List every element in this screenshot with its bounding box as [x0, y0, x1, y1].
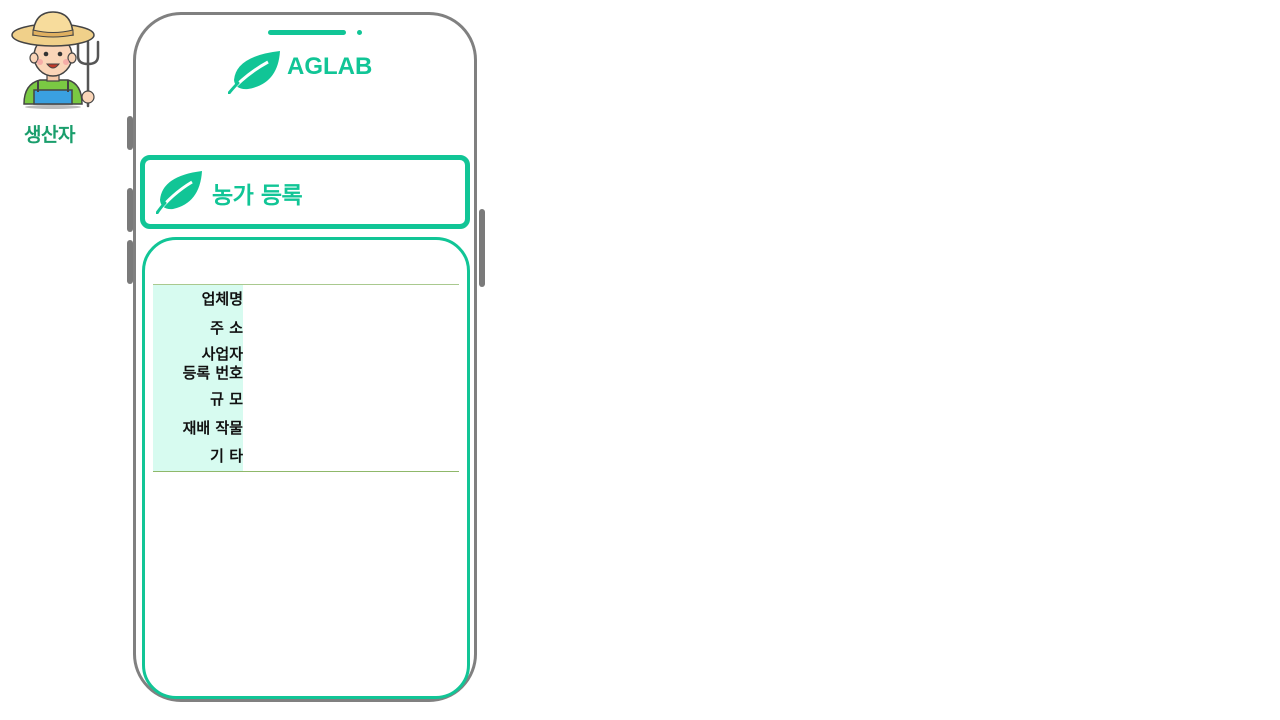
phone-side-button [127, 116, 133, 150]
brand-name: AGLAB [287, 53, 373, 80]
farm-registration-form: 업체명 주 소 사업자 등록 번호 규 모 재배 작물 기 타 [153, 284, 459, 472]
field-label: 기 타 [153, 442, 243, 472]
phone-side-button [127, 240, 133, 284]
page-title: 농가 등록 [212, 183, 303, 209]
form-row-other: 기 타 [153, 442, 459, 472]
phone-side-button [479, 209, 485, 287]
field-label: 재배 작물 [153, 413, 243, 443]
scale-field[interactable] [243, 384, 459, 414]
field-label: 사업자 등록 번호 [153, 342, 243, 385]
phone-speaker [268, 30, 346, 35]
character-label: 생산자 [24, 124, 75, 146]
farmer-icon [11, 11, 100, 109]
field-label: 주 소 [153, 313, 243, 343]
form-row-company-name: 업체명 [153, 284, 459, 314]
form-row-cultivated-crops: 재배 작물 [153, 413, 459, 443]
stage: 생산자 AGLAB 농가 등록 업체명 주 소 사업자 등록 번호 규 모 재배… [0, 0, 1280, 720]
form-row-scale: 규 모 [153, 384, 459, 414]
form-row-address: 주 소 [153, 313, 459, 343]
leaf-icon [156, 171, 202, 214]
cultivated-crops-field[interactable] [243, 413, 459, 443]
form-row-business-registration-number: 사업자 등록 번호 [153, 342, 459, 385]
business-registration-number-field[interactable] [243, 342, 459, 385]
leaf-icon [228, 51, 280, 94]
field-label-line: 사업자 [201, 344, 243, 363]
phone-camera [357, 30, 362, 35]
company-name-field[interactable] [243, 284, 459, 314]
field-label: 규 모 [153, 384, 243, 414]
phone-side-button [127, 188, 133, 232]
other-field[interactable] [243, 442, 459, 472]
field-label: 업체명 [153, 284, 243, 314]
address-field[interactable] [243, 313, 459, 343]
field-label-line: 등록 번호 [182, 363, 243, 382]
